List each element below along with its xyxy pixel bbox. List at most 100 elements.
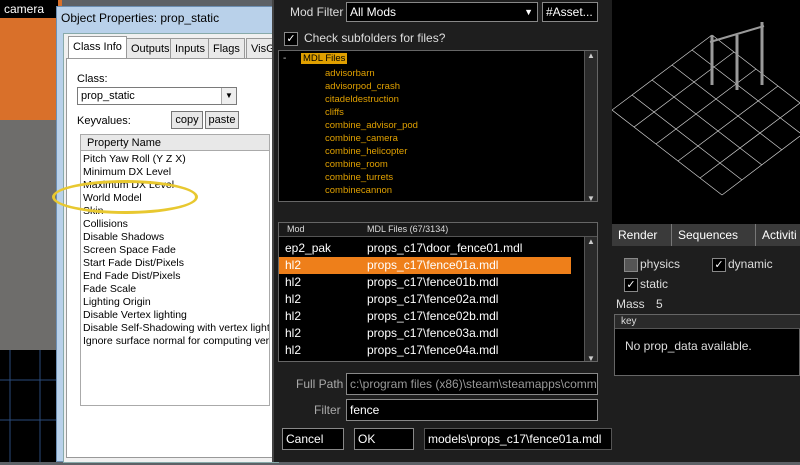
tree-item[interactable]: combine_advisor_pod: [325, 120, 418, 131]
tree-item[interactable]: combine_camera: [325, 133, 398, 144]
static-checkbox[interactable]: ✓: [624, 278, 638, 292]
camera-viewport[interactable]: camera: [0, 0, 62, 462]
keyvalues-label: Keyvalues:: [77, 115, 131, 127]
property-row[interactable]: Collisions: [83, 218, 128, 231]
preview-tabs: Render Sequences Activiti: [612, 224, 800, 246]
mod-filter-dropdown[interactable]: All Mods ▼: [346, 2, 538, 22]
mass-label: Mass: [616, 297, 645, 311]
file-row[interactable]: hl2 props_c17\fence01b.mdl: [279, 274, 571, 291]
class-dropdown[interactable]: prop_static ▼: [77, 87, 237, 105]
class-label: Class:: [77, 73, 108, 85]
no-prop-data-message: No prop_data available.: [625, 339, 752, 353]
file-mod: hl2: [285, 258, 302, 272]
model-preview-pane: Render Sequences Activiti physics ✓ dyna…: [612, 0, 800, 462]
file-list-scrollbar[interactable]: ▲ ▼: [584, 237, 597, 361]
chevron-down-icon[interactable]: ▼: [221, 88, 236, 104]
tree-collapse-icon[interactable]: -: [283, 53, 286, 64]
tree-item[interactable]: advisorbarn: [325, 68, 375, 79]
property-row[interactable]: Disable Self-Shadowing with vertex light…: [83, 322, 269, 335]
scroll-down-icon[interactable]: ▼: [585, 194, 597, 201]
tab-flags[interactable]: Flags: [208, 38, 245, 58]
property-name-header[interactable]: Property Name: [81, 135, 269, 151]
chevron-down-icon[interactable]: ▼: [524, 3, 533, 21]
files-column-header[interactable]: MDL Files (67/3134): [367, 224, 448, 234]
property-row[interactable]: Start Fade Dist/Pixels: [83, 257, 184, 270]
prop-data-table[interactable]: key No prop_data available.: [614, 314, 800, 376]
property-grid[interactable]: Property Name Pitch Yaw Roll (Y Z X) Min…: [80, 134, 270, 406]
file-row[interactable]: hl2 props_c17\fence02a.mdl: [279, 291, 571, 308]
fence-preview-render[interactable]: [612, 0, 800, 220]
file-name: props_c17\door_fence01.mdl: [367, 241, 523, 255]
tree-item[interactable]: citadeldestruction: [325, 94, 399, 105]
property-row[interactable]: End Fade Dist/Pixels: [83, 270, 180, 283]
file-row-selected[interactable]: hl2 props_c17\fence01a.mdl: [279, 257, 571, 274]
tree-item[interactable]: combinecannon: [325, 185, 392, 196]
tab-inputs[interactable]: Inputs: [170, 38, 210, 58]
model-path-field[interactable]: models\props_c17\fence01a.mdl: [424, 428, 612, 450]
cancel-button[interactable]: Cancel: [282, 428, 344, 450]
window-title: Object Properties: prop_static: [61, 11, 220, 25]
viewport-orange-wall: [0, 0, 62, 120]
tab-activities[interactable]: Activiti: [756, 224, 800, 246]
file-row[interactable]: hl2 props_c17\fence03a.mdl: [279, 325, 571, 342]
model-file-list[interactable]: Mod MDL Files (67/3134) ep2_pak props_c1…: [278, 222, 598, 362]
property-row[interactable]: Minimum DX Level: [83, 166, 171, 179]
full-path-field[interactable]: c:\program files (x86)\steam\steamapps\c…: [346, 373, 598, 395]
physics-label: physics: [640, 257, 681, 271]
property-row[interactable]: Pitch Yaw Roll (Y Z X): [83, 153, 186, 166]
tree-root[interactable]: MDL Files: [301, 53, 348, 64]
asset-filter-input[interactable]: #Asset...: [542, 2, 598, 22]
property-row[interactable]: Fade Scale: [83, 283, 136, 296]
file-name: props_c17\fence01b.mdl: [367, 275, 499, 289]
copy-button[interactable]: copy: [171, 111, 203, 129]
subfolders-checkbox[interactable]: ✓: [284, 32, 298, 46]
paste-button[interactable]: paste: [205, 111, 239, 129]
property-row[interactable]: Disable Vertex lighting: [83, 309, 187, 322]
scroll-down-icon[interactable]: ▼: [585, 354, 597, 361]
tree-item[interactable]: advisorpod_crash: [325, 81, 400, 92]
file-name: props_c17\fence03a.mdl: [367, 326, 499, 340]
viewport-label: camera: [0, 0, 58, 18]
property-row[interactable]: Ignore surface normal for computing vert…: [83, 335, 269, 348]
model-browser: Mod Filter All Mods ▼ #Asset... ✓ Check …: [272, 0, 612, 462]
file-row[interactable]: hl2 props_c17\fence04a.mdl: [279, 342, 571, 359]
file-name: props_c17\fence02a.mdl: [367, 292, 499, 306]
prop-data-header: key: [615, 315, 800, 329]
scroll-up-icon[interactable]: ▲: [585, 51, 597, 60]
model-folder-tree[interactable]: - MDL Files advisorbarn advisorpod_crash…: [278, 50, 598, 202]
property-row[interactable]: Disable Shadows: [83, 231, 164, 244]
tree-item[interactable]: cliffs: [325, 107, 344, 118]
tree-item[interactable]: combine_helicopter: [325, 146, 407, 157]
filter-input[interactable]: fence: [346, 399, 598, 421]
ok-button[interactable]: OK: [354, 428, 414, 450]
mod-filter-value: All Mods: [350, 5, 397, 19]
tab-render[interactable]: Render: [612, 224, 672, 246]
static-label: static: [640, 277, 669, 291]
tab-class-info[interactable]: Class Info: [68, 36, 127, 58]
file-name: props_c17\fence02b.mdl: [367, 309, 499, 323]
file-name: props_c17\fence01a.mdl: [367, 258, 499, 272]
physics-checkbox[interactable]: [624, 258, 638, 272]
file-mod: hl2: [285, 343, 302, 357]
file-mod: ep2_pak: [285, 241, 332, 255]
mod-filter-label: Mod Filter: [290, 5, 344, 19]
key-column-header[interactable]: key: [621, 316, 637, 327]
tree-item[interactable]: cranes: [325, 198, 354, 201]
property-row[interactable]: Lighting Origin: [83, 296, 151, 309]
file-row[interactable]: ep2_pak props_c17\door_fence01.mdl: [279, 240, 571, 257]
dynamic-checkbox[interactable]: ✓: [712, 258, 726, 272]
mod-column-header[interactable]: Mod: [287, 224, 305, 234]
property-row[interactable]: Screen Space Fade: [83, 244, 176, 257]
tree-scrollbar[interactable]: ▲ ▼: [584, 51, 597, 201]
tree-item[interactable]: combine_turrets: [325, 172, 393, 183]
file-mod: hl2: [285, 309, 302, 323]
tree-item[interactable]: combine_room: [325, 159, 388, 170]
scroll-up-icon[interactable]: ▲: [585, 237, 597, 246]
class-value: prop_static: [81, 90, 135, 102]
viewport-2d-grid[interactable]: [0, 350, 62, 462]
file-row[interactable]: hl2 props_c17\fence02b.mdl: [279, 308, 571, 325]
highlight-ring-annotation: [52, 180, 198, 214]
mass-value: 5: [656, 297, 663, 311]
tab-outputs[interactable]: Outputs: [126, 38, 175, 58]
tab-sequences[interactable]: Sequences: [672, 224, 756, 246]
